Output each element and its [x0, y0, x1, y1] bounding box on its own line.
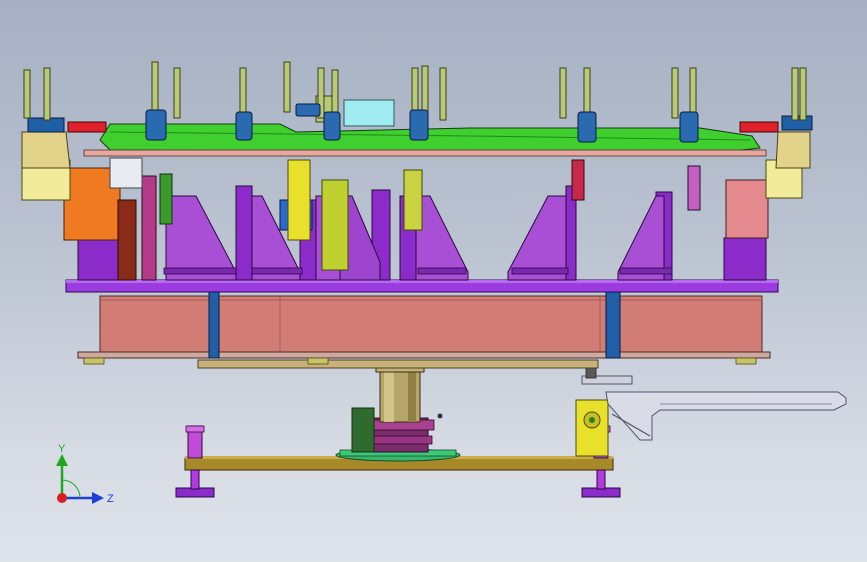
cantilever-arm: [575, 367, 847, 457]
top-plate: [65, 279, 779, 293]
y-axis-arrow: [56, 454, 68, 466]
left-leveling-stud: [190, 469, 200, 490]
frame-lower-flange: [77, 351, 771, 359]
z-axis-label: Z: [107, 493, 114, 505]
frame-body: [99, 295, 763, 353]
rotary-column: [335, 359, 461, 462]
right-leveling-stud: [596, 469, 606, 490]
locator-risers: [21, 157, 803, 281]
x-axis-origin: [57, 493, 67, 503]
frame-clamp-left: [208, 289, 220, 359]
fixture-model[interactable]: [0, 0, 867, 562]
z-axis-arrow: [92, 492, 104, 504]
table-frame: [77, 289, 771, 369]
green-bracket: [351, 407, 375, 453]
cad-viewport[interactable]: Y Z: [0, 0, 867, 562]
axis-triad: Y Z: [56, 443, 114, 505]
y-axis-label: Y: [58, 443, 66, 455]
frame-clamp-right: [605, 289, 621, 359]
arm-beam: [605, 391, 847, 441]
